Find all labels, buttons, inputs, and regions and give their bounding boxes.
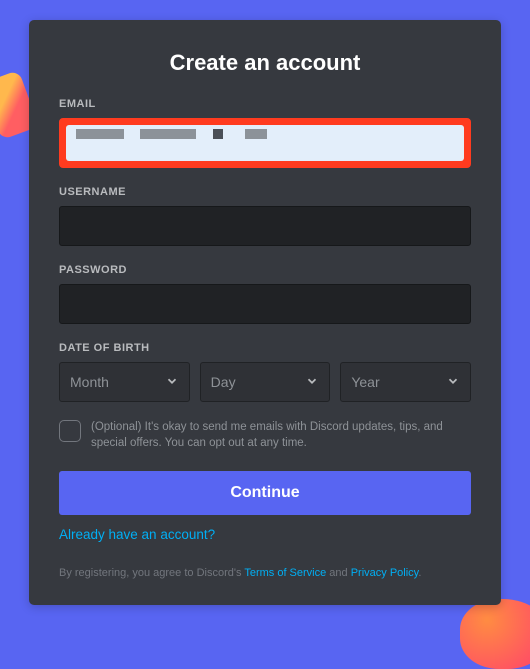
marketing-optin-row: (Optional) It's okay to send me emails w… <box>59 420 471 451</box>
register-card: Create an account EMAIL USERNAME PASSWOR… <box>29 20 501 605</box>
dob-label: DATE OF BIRTH <box>59 342 471 354</box>
already-have-account-link[interactable]: Already have an account? <box>59 527 215 542</box>
dob-row: Month Day Year <box>59 362 471 402</box>
password-input[interactable] <box>59 284 471 324</box>
username-field-block: USERNAME <box>59 186 471 246</box>
email-label: EMAIL <box>59 98 471 110</box>
day-select[interactable]: Day <box>200 362 331 402</box>
username-input[interactable] <box>59 206 471 246</box>
email-field-block: EMAIL <box>59 98 471 168</box>
terms-text: By registering, you agree to Discord's T… <box>59 566 471 581</box>
month-select[interactable]: Month <box>59 362 190 402</box>
password-field-block: PASSWORD <box>59 264 471 324</box>
marketing-optin-text: (Optional) It's okay to send me emails w… <box>91 420 471 451</box>
privacy-policy-link[interactable]: Privacy Policy <box>351 567 419 579</box>
chevron-down-icon <box>165 374 179 391</box>
dob-field-block: DATE OF BIRTH Month Day Year <box>59 342 471 402</box>
marketing-optin-checkbox[interactable] <box>59 420 81 442</box>
page-title: Create an account <box>59 50 471 76</box>
day-select-value: Day <box>211 374 236 390</box>
background-decoration <box>460 599 530 669</box>
email-highlight <box>59 118 471 168</box>
year-select-value: Year <box>351 374 379 390</box>
password-label: PASSWORD <box>59 264 471 276</box>
chevron-down-icon <box>305 374 319 391</box>
username-label: USERNAME <box>59 186 471 198</box>
email-input[interactable] <box>66 125 464 161</box>
terms-prefix: By registering, you agree to Discord's <box>59 567 244 579</box>
year-select[interactable]: Year <box>340 362 471 402</box>
terms-of-service-link[interactable]: Terms of Service <box>244 567 326 579</box>
continue-button[interactable]: Continue <box>59 471 471 515</box>
terms-suffix: . <box>418 567 421 579</box>
month-select-value: Month <box>70 374 109 390</box>
chevron-down-icon <box>446 374 460 391</box>
terms-and: and <box>326 567 350 579</box>
